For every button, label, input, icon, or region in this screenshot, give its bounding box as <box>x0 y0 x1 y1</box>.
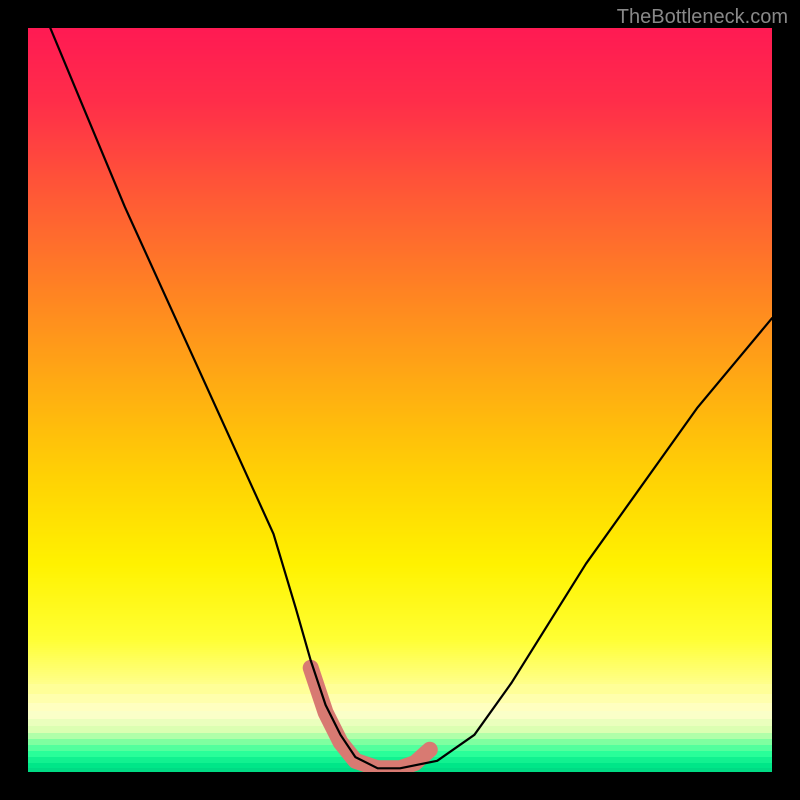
plot-area <box>28 28 772 772</box>
valley-highlight-marker <box>311 668 430 769</box>
bottleneck-curve <box>50 28 772 768</box>
chart-overlay <box>28 28 772 772</box>
watermark-text: TheBottleneck.com <box>617 6 788 29</box>
